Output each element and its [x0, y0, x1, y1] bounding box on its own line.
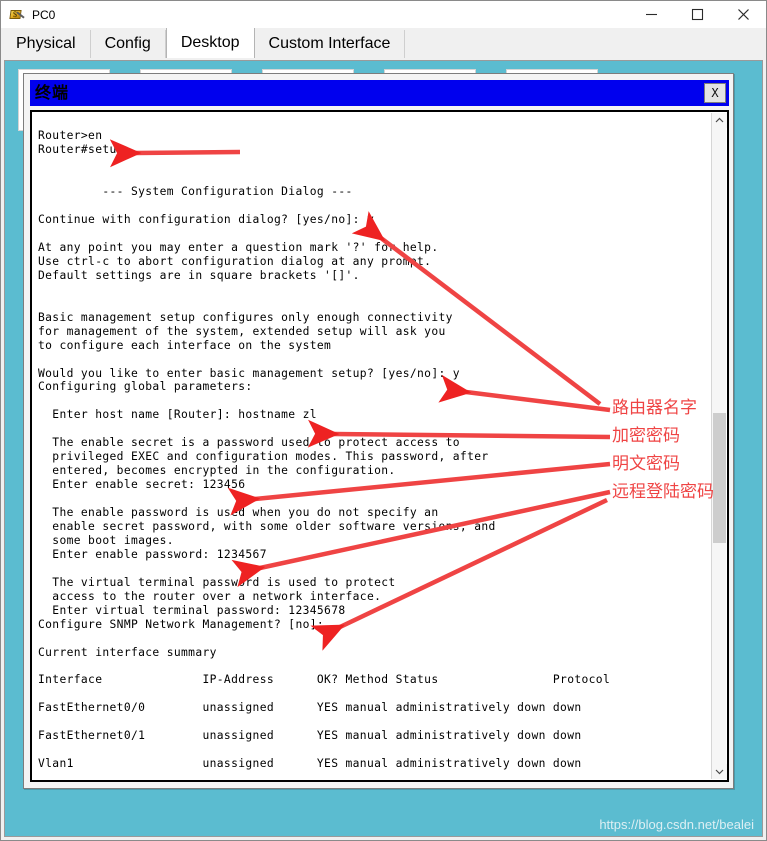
- chevron-up-icon[interactable]: [712, 113, 727, 128]
- tab-desktop[interactable]: Desktop: [165, 28, 255, 58]
- terminal-output-area: Router>en Router#setup --- System Config…: [30, 110, 729, 782]
- terminal-window: 终端 X Router>en Router#setup --- System C…: [23, 73, 734, 789]
- window-controls: [628, 1, 766, 28]
- terminal-titlebar: 终端 X: [30, 80, 729, 106]
- tab-config[interactable]: Config: [90, 30, 166, 58]
- terminal-text: Router>en Router#setup --- System Config…: [38, 129, 611, 771]
- minimize-icon[interactable]: [628, 1, 674, 28]
- tab-bar: Physical Config Desktop Custom Interface: [1, 28, 766, 58]
- desktop-pane: 终端 X Router>en Router#setup --- System C…: [4, 60, 763, 837]
- terminal-title: 终端: [35, 83, 70, 102]
- terminal-close-button[interactable]: X: [704, 83, 726, 103]
- watermark: https://blog.csdn.net/bealei: [599, 817, 754, 832]
- window-title: PC0: [32, 7, 56, 22]
- window-titlebar: $ PC0: [1, 1, 766, 28]
- terminal-scrollbar[interactable]: [711, 113, 727, 779]
- maximize-icon[interactable]: [674, 1, 720, 28]
- tab-custom-interface[interactable]: Custom Interface: [254, 30, 406, 58]
- close-icon[interactable]: [720, 1, 766, 28]
- titlebar-left-group: $ PC0: [1, 8, 55, 22]
- scrollbar-thumb[interactable]: [713, 413, 726, 543]
- application-window: $ PC0 Physical Config Desktop Custom Int…: [0, 0, 767, 841]
- tab-physical[interactable]: Physical: [2, 30, 91, 58]
- chevron-down-icon[interactable]: [712, 764, 727, 779]
- packet-tracer-icon: $: [9, 8, 25, 22]
